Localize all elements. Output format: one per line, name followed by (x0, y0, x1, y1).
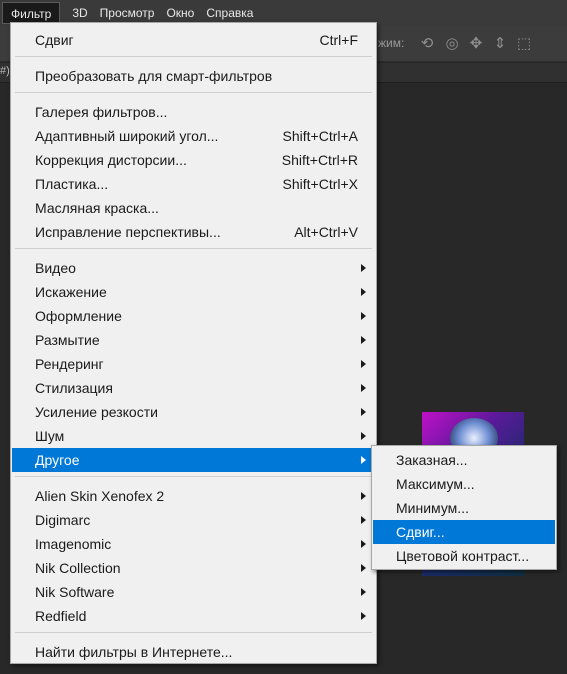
menu-item-digimarc[interactable]: Digimarc (12, 508, 375, 532)
menu-item-label: Галерея фильтров... (35, 104, 168, 120)
menu-item-filter-gallery[interactable]: Галерея фильтров... (12, 100, 375, 124)
menu-item-distort[interactable]: Искажение (12, 280, 375, 304)
menu-item-stylize-design[interactable]: Оформление (12, 304, 375, 328)
menu-item-nik-collection[interactable]: Nik Collection (12, 556, 375, 580)
menu-filter[interactable]: Фильтр (2, 2, 61, 24)
menu-item-stylize[interactable]: Стилизация (12, 376, 375, 400)
menu-item-label: Digimarc (35, 512, 91, 528)
menu-item-lens-correction[interactable]: Коррекция дисторсии... Shift+Ctrl+R (12, 148, 375, 172)
menu-item-adaptive-wide-angle[interactable]: Адаптивный широкий угол... Shift+Ctrl+A (12, 124, 375, 148)
menu-separator (15, 248, 372, 249)
menu-window[interactable]: Окно (160, 2, 200, 24)
menu-item-label: Размытие (35, 332, 100, 348)
submenu-item-label: Сдвиг... (396, 524, 445, 540)
submenu-item-high-pass[interactable]: Цветовой контраст... (373, 544, 555, 568)
submenu-item-maximum[interactable]: Максимум... (373, 472, 555, 496)
menu-item-label: Исправление перспективы... (35, 224, 221, 240)
submenu-item-minimum[interactable]: Минимум... (373, 496, 555, 520)
menu-item-label: Коррекция дисторсии... (35, 152, 187, 168)
submenu-item-offset[interactable]: Сдвиг... (373, 520, 555, 544)
menu-item-label: Шум (35, 428, 65, 444)
menu-separator (15, 56, 372, 57)
menu-separator (15, 632, 372, 633)
menu-separator (15, 476, 372, 477)
menu-item-sharpen[interactable]: Усиление резкости (12, 400, 375, 424)
menu-item-browse-filters-online[interactable]: Найти фильтры в Интернете... (12, 640, 375, 664)
menu-item-label: Alien Skin Xenofex 2 (35, 488, 165, 504)
menu-item-label: Найти фильтры в Интернете... (35, 644, 233, 660)
menu-item-noise[interactable]: Шум (12, 424, 375, 448)
menu-item-offset-last[interactable]: Сдвиг Ctrl+F (12, 28, 375, 52)
menu-item-label: Масляная краска... (35, 200, 159, 216)
menu-item-render[interactable]: Рендеринг (12, 352, 375, 376)
menu-item-label: Стилизация (35, 380, 113, 396)
menu-item-alien-skin[interactable]: Alien Skin Xenofex 2 (12, 484, 375, 508)
submenu-item-label: Минимум... (396, 500, 469, 516)
submenu-arrow-icon (361, 264, 366, 272)
shortcut-label: Ctrl+F (319, 32, 359, 48)
submenu-arrow-icon (361, 564, 366, 572)
roll-3d-icon[interactable]: ◎ (443, 35, 461, 53)
submenu-arrow-icon (361, 384, 366, 392)
menu-item-oil-paint[interactable]: Масляная краска... (12, 196, 375, 220)
submenu-arrow-icon (361, 492, 366, 500)
submenu-arrow-icon (361, 540, 366, 548)
menu-item-label: Nik Collection (35, 560, 121, 576)
menu-item-imagenomic[interactable]: Imagenomic (12, 532, 375, 556)
menu-item-label: Redfield (35, 608, 87, 624)
menu-item-liquify[interactable]: Пластика... Shift+Ctrl+X (12, 172, 375, 196)
3d-mode-label: жим: (378, 36, 405, 50)
menu-item-label: Адаптивный широкий угол... (35, 128, 219, 144)
menu-view[interactable]: Просмотр (94, 2, 161, 24)
menu-item-vanishing-point[interactable]: Исправление перспективы... Alt+Ctrl+V (12, 220, 375, 244)
shortcut-label: Shift+Ctrl+R (281, 152, 358, 168)
submenu-arrow-icon (361, 312, 366, 320)
filter-menu-dropdown: Сдвиг Ctrl+F Преобразовать для смарт-фил… (10, 22, 377, 664)
pan-3d-icon[interactable]: ✥ (467, 35, 485, 53)
submenu-arrow-icon (361, 612, 366, 620)
menu-item-label: Imagenomic (35, 536, 112, 552)
menu-item-label: Оформление (35, 308, 122, 324)
submenu-item-label: Цветовой контраст... (396, 548, 530, 564)
slide-3d-icon[interactable]: ⇕ (491, 35, 509, 53)
submenu-arrow-icon (361, 288, 366, 296)
menu-3d[interactable]: 3D (66, 2, 93, 24)
menu-item-label: Рендеринг (35, 356, 104, 372)
scale-3d-icon[interactable]: ⬚ (515, 35, 533, 53)
submenu-item-label: Максимум... (396, 476, 475, 492)
submenu-arrow-icon (361, 432, 366, 440)
menu-item-label: Сдвиг (35, 32, 74, 48)
submenu-arrow-icon (361, 336, 366, 344)
submenu-item-custom[interactable]: Заказная... (373, 448, 555, 472)
submenu-arrow-icon (361, 456, 366, 464)
document-tab[interactable]: #) (0, 65, 10, 77)
menu-item-label: Другое (35, 452, 80, 468)
menu-item-label: Nik Software (35, 584, 115, 600)
submenu-arrow-icon (361, 408, 366, 416)
menu-item-label: Преобразовать для смарт-фильтров (35, 68, 273, 84)
menu-item-convert-smart-filters[interactable]: Преобразовать для смарт-фильтров (12, 64, 375, 88)
shortcut-label: Shift+Ctrl+X (282, 176, 358, 192)
shortcut-label: Shift+Ctrl+A (282, 128, 358, 144)
shortcut-label: Alt+Ctrl+V (294, 224, 358, 240)
menu-item-blur[interactable]: Размытие (12, 328, 375, 352)
rotate-3d-icon[interactable]: ⟲ (418, 35, 436, 53)
menu-help[interactable]: Справка (200, 2, 259, 24)
menu-item-other[interactable]: Другое (12, 448, 375, 472)
submenu-arrow-icon (361, 588, 366, 596)
menu-separator (15, 92, 372, 93)
menu-item-redfield[interactable]: Redfield (12, 604, 375, 628)
submenu-arrow-icon (361, 360, 366, 368)
menu-item-label: Искажение (35, 284, 107, 300)
menu-item-label: Видео (35, 260, 76, 276)
photoshop-window: Фильтр 3D Просмотр Окно Справка жим: ⟲ ◎… (0, 0, 567, 674)
menu-item-nik-software[interactable]: Nik Software (12, 580, 375, 604)
menu-item-label: Пластика... (35, 176, 109, 192)
submenu-arrow-icon (361, 516, 366, 524)
other-submenu: Заказная... Максимум... Минимум... Сдвиг… (371, 445, 557, 570)
menu-item-label: Усиление резкости (35, 404, 158, 420)
menu-item-video[interactable]: Видео (12, 256, 375, 280)
submenu-item-label: Заказная... (396, 452, 468, 468)
